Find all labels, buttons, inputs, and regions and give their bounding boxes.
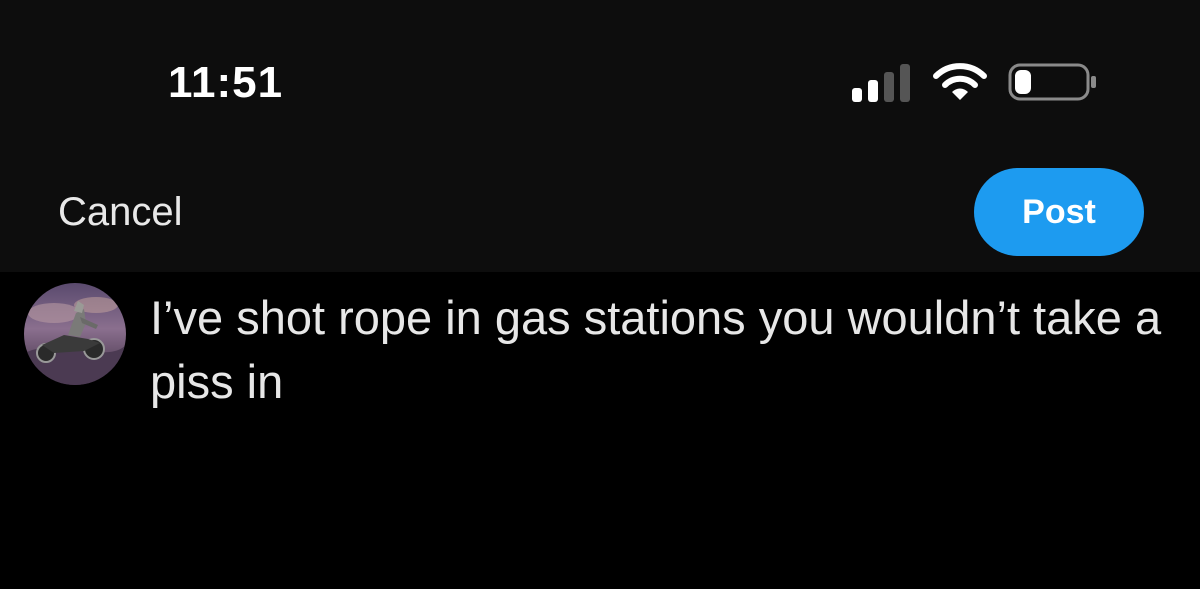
status-time: 11:51	[168, 58, 284, 107]
header-area: 11:51 Cancel Post	[0, 0, 1200, 272]
compose-screen: 11:51 Cancel Post I’ve shot rope in gas …	[0, 0, 1200, 589]
signal-bar	[852, 88, 862, 102]
signal-bar	[868, 80, 878, 102]
signal-bar	[900, 64, 910, 102]
battery-icon	[1008, 63, 1098, 101]
cancel-button[interactable]: Cancel	[58, 188, 183, 236]
compose-text[interactable]: I’ve shot rope in gas stations you would…	[150, 286, 1170, 414]
signal-bar	[884, 72, 894, 102]
post-button[interactable]: Post	[974, 168, 1144, 256]
wifi-icon	[932, 62, 988, 102]
cellular-signal-icon	[852, 62, 914, 102]
user-avatar[interactable]	[24, 283, 126, 385]
